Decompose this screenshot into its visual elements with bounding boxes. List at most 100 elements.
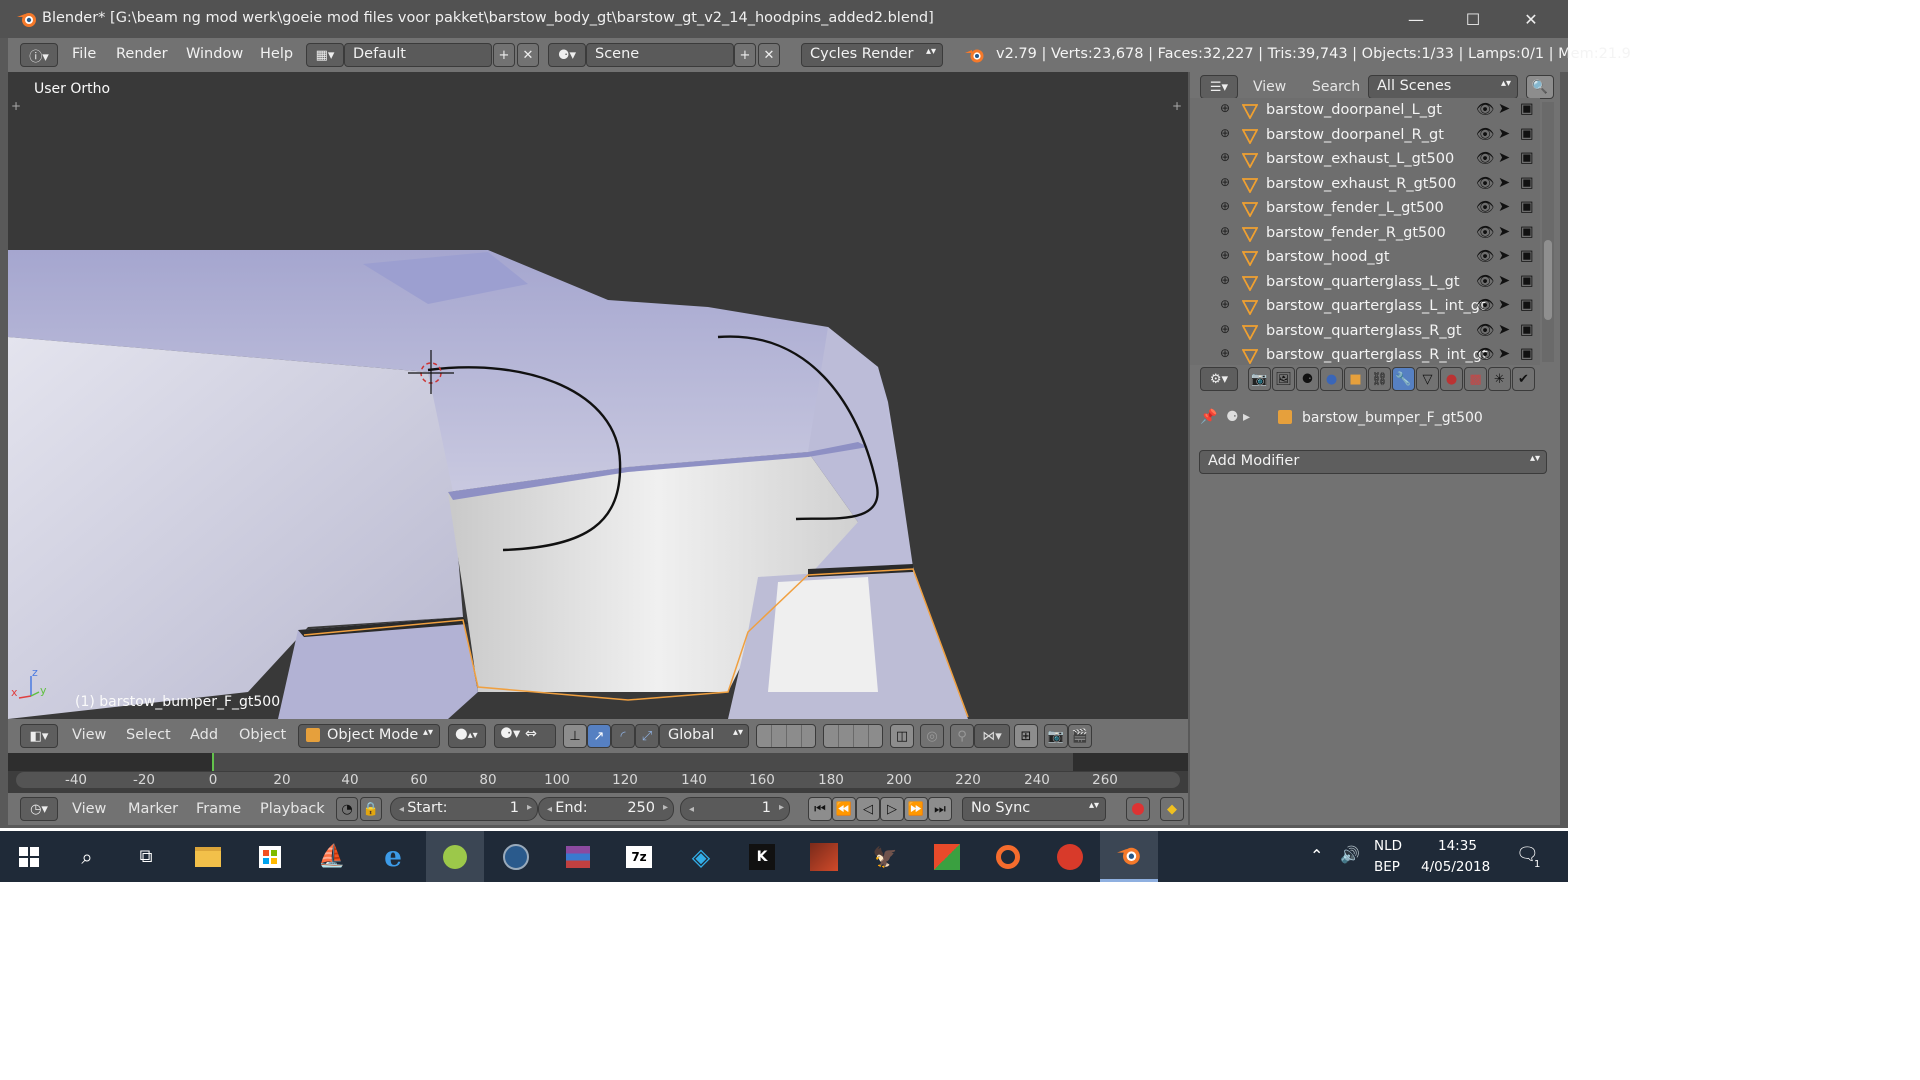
lock-layers-icon[interactable]: ◫	[890, 724, 914, 748]
tab-constraints-icon[interactable]: ⛓	[1368, 367, 1391, 391]
menu-marker[interactable]: Marker	[128, 801, 178, 817]
screen-layout-icon[interactable]: ▦▾	[306, 43, 344, 67]
tab-material-icon[interactable]: ●	[1440, 367, 1463, 391]
steam-icon[interactable]	[487, 831, 545, 882]
renderability-camera-icon[interactable]: ▣	[1520, 322, 1534, 338]
screen-layout-field[interactable]: Default	[344, 43, 492, 67]
layers-group-2[interactable]	[823, 724, 883, 748]
translate-manipulator-icon[interactable]: ↗	[587, 724, 611, 748]
outliner-item[interactable]: ⊕ barstow_fender_L_gt500 👁 ➤ ▣	[1190, 197, 1540, 222]
remove-scene-icon[interactable]: ✕	[758, 43, 780, 67]
outliner-scroll-thumb[interactable]	[1544, 240, 1552, 320]
task-view-icon[interactable]: ⧉	[117, 831, 175, 882]
file-explorer-icon[interactable]	[179, 831, 237, 882]
selectability-arrow-icon[interactable]: ➤	[1498, 322, 1510, 338]
current-frame-marker[interactable]	[212, 753, 214, 771]
expand-icon[interactable]: ⊕	[1220, 175, 1230, 189]
menu-frame[interactable]: Frame	[196, 801, 241, 817]
jump-end-icon[interactable]: ⏭	[928, 797, 952, 821]
outliner-scrollbar[interactable]	[1542, 102, 1554, 362]
volume-icon[interactable]: 🔊	[1340, 845, 1360, 864]
menu-object[interactable]: Object	[239, 727, 286, 743]
outliner-menu-search[interactable]: Search	[1312, 79, 1360, 95]
outliner-item[interactable]: ⊕ barstow_hood_gt 👁 ➤ ▣	[1190, 246, 1540, 271]
selectability-arrow-icon[interactable]: ➤	[1498, 175, 1510, 191]
visibility-eye-icon[interactable]: 👁	[1476, 101, 1494, 118]
tab-render-icon[interactable]: 📷	[1248, 367, 1271, 391]
renderability-camera-icon[interactable]: ▣	[1520, 101, 1534, 117]
snap-element-icon[interactable]: ⋈▾	[974, 724, 1010, 748]
menu-view[interactable]: View	[72, 727, 106, 743]
sync-mode-select[interactable]: No Sync ▴▾	[962, 797, 1106, 821]
add-modifier-select[interactable]: Add Modifier ▴▾	[1199, 450, 1547, 474]
scale-manipulator-icon[interactable]: ⤢	[635, 724, 659, 748]
jump-prev-keyframe-icon[interactable]: ⏪	[832, 797, 856, 821]
keyboard-layout-indicator[interactable]: BEP	[1374, 859, 1400, 875]
tab-data-icon[interactable]: ▽	[1416, 367, 1439, 391]
pivot-point-select[interactable]: ⚈▾ ⇔	[494, 724, 556, 748]
clock-time[interactable]: 14:35	[1438, 838, 1477, 854]
menu-add[interactable]: Add	[190, 727, 218, 743]
selectability-arrow-icon[interactable]: ➤	[1498, 150, 1510, 166]
outliner-item[interactable]: ⊕ barstow_quarterglass_L_gt 👁 ➤ ▣	[1190, 271, 1540, 296]
menu-help[interactable]: Help	[260, 46, 293, 62]
tab-render-layers-icon[interactable]: 🖼	[1272, 367, 1295, 391]
selectability-arrow-icon[interactable]: ➤	[1498, 273, 1510, 289]
expand-icon[interactable]: ⊕	[1220, 322, 1230, 336]
selectability-arrow-icon[interactable]: ➤	[1498, 297, 1510, 313]
editor-type-info-icon[interactable]: ⓘ▾	[20, 43, 58, 67]
expand-icon[interactable]: ⊕	[1220, 224, 1230, 238]
outliner-display-mode-select[interactable]: All Scenes ▴▾	[1368, 75, 1518, 99]
menu-file[interactable]: File	[72, 46, 96, 62]
tab-texture-icon[interactable]: ▩	[1464, 367, 1487, 391]
snap-toggle-icon[interactable]: ⚲	[950, 724, 974, 748]
menu-playback[interactable]: Playback	[260, 801, 325, 817]
scene-field[interactable]: Scene	[586, 43, 734, 67]
language-indicator[interactable]: NLD	[1374, 838, 1402, 854]
game-app-icon[interactable]	[426, 831, 484, 882]
timeline[interactable]: -40 -20 0 20 40 60 80 100 120 140 160 18…	[8, 753, 1188, 793]
visibility-eye-icon[interactable]: 👁	[1476, 346, 1494, 363]
renderability-camera-icon[interactable]: ▣	[1520, 175, 1534, 191]
outliner-item[interactable]: ⊕ barstow_doorpanel_R_gt 👁 ➤ ▣	[1190, 124, 1540, 149]
expand-icon[interactable]: ⊕	[1220, 273, 1230, 287]
proportional-edit-icon[interactable]: ◎	[920, 724, 944, 748]
show-hidden-icons-icon[interactable]: ⌃	[1310, 846, 1323, 865]
outliner-item[interactable]: ⊕ barstow_quarterglass_R_gt 👁 ➤ ▣	[1190, 320, 1540, 345]
jump-start-icon[interactable]: ⏮	[808, 797, 832, 821]
renderability-camera-icon[interactable]: ▣	[1520, 273, 1534, 289]
visibility-eye-icon[interactable]: 👁	[1476, 150, 1494, 167]
render-engine-select[interactable]: Cycles Render ▴▾	[801, 43, 943, 67]
visibility-eye-icon[interactable]: 👁	[1476, 224, 1494, 241]
store-icon[interactable]	[241, 831, 299, 882]
corsair-icon[interactable]: ⛵	[303, 831, 361, 882]
tab-world-icon[interactable]: ●	[1320, 367, 1343, 391]
remove-screen-icon[interactable]: ✕	[517, 43, 539, 67]
visibility-eye-icon[interactable]: 👁	[1476, 175, 1494, 192]
tab-modifiers-icon[interactable]: 🔧	[1392, 367, 1415, 391]
selectability-arrow-icon[interactable]: ➤	[1498, 101, 1510, 117]
play-reverse-icon[interactable]: ◁	[856, 797, 880, 821]
add-scene-icon[interactable]: +	[734, 43, 756, 67]
outliner-item[interactable]: ⊕ barstow_exhaust_L_gt500 👁 ➤ ▣	[1190, 148, 1540, 173]
selectability-arrow-icon[interactable]: ➤	[1498, 199, 1510, 215]
outliner-menu-view[interactable]: View	[1253, 79, 1286, 95]
tab-physics-icon[interactable]: ✔	[1512, 367, 1535, 391]
renderability-camera-icon[interactable]: ▣	[1520, 346, 1534, 362]
7zip-icon[interactable]: 7z	[610, 831, 668, 882]
renderability-camera-icon[interactable]: ▣	[1520, 297, 1534, 313]
preview-range-icon[interactable]: ◔	[336, 797, 358, 821]
menu-view[interactable]: View	[72, 801, 106, 817]
properties-toggle-icon[interactable]: +	[1172, 99, 1182, 113]
winrar-icon[interactable]	[549, 831, 607, 882]
renderability-camera-icon[interactable]: ▣	[1520, 224, 1534, 240]
editor-type-outliner-icon[interactable]: ☰▾	[1200, 75, 1238, 99]
visibility-eye-icon[interactable]: 👁	[1476, 273, 1494, 290]
tab-particles-icon[interactable]: ✳	[1488, 367, 1511, 391]
windows-start-icon[interactable]	[0, 831, 58, 882]
clock-date[interactable]: 4/05/2018	[1421, 859, 1490, 875]
editor-type-3d-icon[interactable]: ◧▾	[20, 724, 58, 748]
3d-viewport[interactable]: User Ortho (1) barstow_bumper_F_gt500 + …	[8, 72, 1188, 719]
play-icon[interactable]: ▷	[880, 797, 904, 821]
outliner-item[interactable]: ⊕ barstow_fender_R_gt500 👁 ➤ ▣	[1190, 222, 1540, 247]
